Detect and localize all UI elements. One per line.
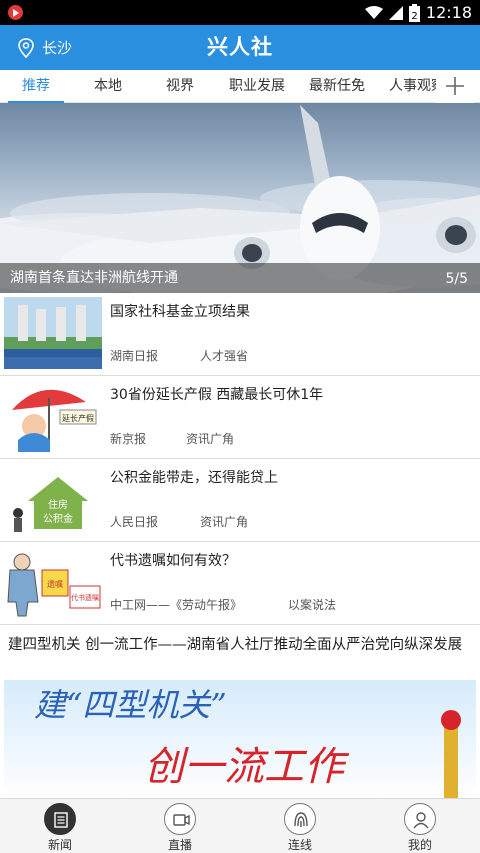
news-source: 中工网——《劳动午报》: [110, 598, 243, 612]
location-label: 长沙: [42, 39, 73, 57]
location-pin-icon: [18, 37, 34, 58]
nav-live[interactable]: 直播: [120, 799, 240, 853]
banner-caption: 湖南首条直达非洲航线开通: [10, 270, 178, 286]
news-title: 30省份延长产假 西藏最长可休1年: [110, 387, 324, 403]
news-source: 人民日报: [110, 515, 159, 529]
add-tab-button[interactable]: [436, 70, 474, 103]
banner-carousel[interactable]: 湖南首条直达非洲航线开通 5/5: [0, 103, 480, 293]
news-item[interactable]: 延长产假 30省份延长产假 西藏最长可休1年 新京报 资讯广角: [0, 376, 480, 459]
location-selector[interactable]: 长沙: [18, 25, 72, 70]
svg-text:建“四型机关”: 建“四型机关”: [34, 686, 227, 724]
nav-label: 连线: [287, 838, 312, 852]
news-category: 资讯广角: [200, 515, 249, 529]
status-bar: 2 12:18: [0, 0, 480, 25]
news-category: 以案说法: [288, 598, 337, 612]
record-icon: [8, 5, 23, 20]
nav-label: 新闻: [47, 838, 72, 852]
news-category: 人才强省: [200, 349, 249, 363]
news-thumbnail: 延长产假: [4, 380, 102, 452]
banner-pager: 5/5: [445, 271, 468, 287]
nav-label: 我的: [407, 838, 432, 852]
app-header: 兴人社 长沙: [0, 25, 480, 70]
news-title: 公积金能带走，还得能贷上: [110, 470, 278, 486]
feature-title[interactable]: 建四型机关 创一流工作——湖南省人社厅推动全面从严治党向纵深发展: [8, 635, 472, 656]
tab-local[interactable]: 本地: [80, 70, 136, 103]
news-title: 国家社科基金立项结果: [110, 304, 250, 320]
nav-profile[interactable]: 我的: [360, 799, 480, 853]
svg-text:创一流工作: 创一流工作: [144, 744, 350, 790]
news-item[interactable]: 住房 公积金 公积金能带走，还得能贷上 人民日报 资讯广角: [0, 459, 480, 542]
nav-news[interactable]: 新闻: [0, 799, 120, 853]
svg-text:遗嘱: 遗嘱: [47, 579, 63, 589]
svg-text:住房: 住房: [48, 498, 68, 511]
status-icons: 2 12:18: [364, 0, 472, 25]
svg-text:延长产假: 延长产假: [62, 413, 94, 423]
feature-image[interactable]: 建“四型机关” 创一流工作: [4, 680, 476, 798]
svg-text:代书遗嘱: 代书遗嘱: [71, 593, 99, 602]
connect-icon: [284, 803, 316, 835]
news-source: 新京报: [110, 432, 147, 446]
news-item[interactable]: 遗嘱 代书遗嘱 代书遗嘱如何有效？ 中工网——《劳动午报》 以案说法: [0, 542, 480, 625]
nav-connect[interactable]: 连线: [240, 799, 360, 853]
news-thumbnail: 住房 公积金: [4, 463, 102, 535]
live-icon: [164, 803, 196, 835]
bottom-navigation: 新闻 直播 连线 我的: [0, 798, 480, 853]
tab-appointments[interactable]: 最新任免: [302, 70, 372, 103]
clock: 12:18: [425, 3, 472, 22]
news-title: 代书遗嘱如何有效？: [110, 553, 236, 569]
svg-text:2: 2: [411, 11, 417, 22]
news-source: 湖南日报: [110, 349, 159, 363]
news-item[interactable]: 国家社科基金立项结果 湖南日报 人才强省: [0, 293, 480, 376]
profile-icon: [404, 803, 436, 835]
category-tabs: 推荐 本地 视界 职业发展 最新任免 人事观察: [0, 70, 480, 103]
news-icon: [44, 803, 76, 835]
news-category: 资讯广角: [186, 432, 235, 446]
tab-career[interactable]: 职业发展: [222, 70, 292, 103]
news-thumbnail: [4, 297, 102, 369]
plus-icon: [446, 77, 464, 95]
news-thumbnail: 遗嘱 代书遗嘱: [4, 546, 102, 618]
battery-icon: 2: [408, 3, 420, 22]
signal-icon: [388, 5, 403, 20]
tab-vision[interactable]: 视界: [152, 70, 208, 103]
wifi-icon: [364, 5, 383, 19]
nav-label: 直播: [167, 838, 192, 852]
svg-text:公积金: 公积金: [43, 512, 73, 525]
tab-recommend[interactable]: 推荐: [8, 70, 64, 103]
